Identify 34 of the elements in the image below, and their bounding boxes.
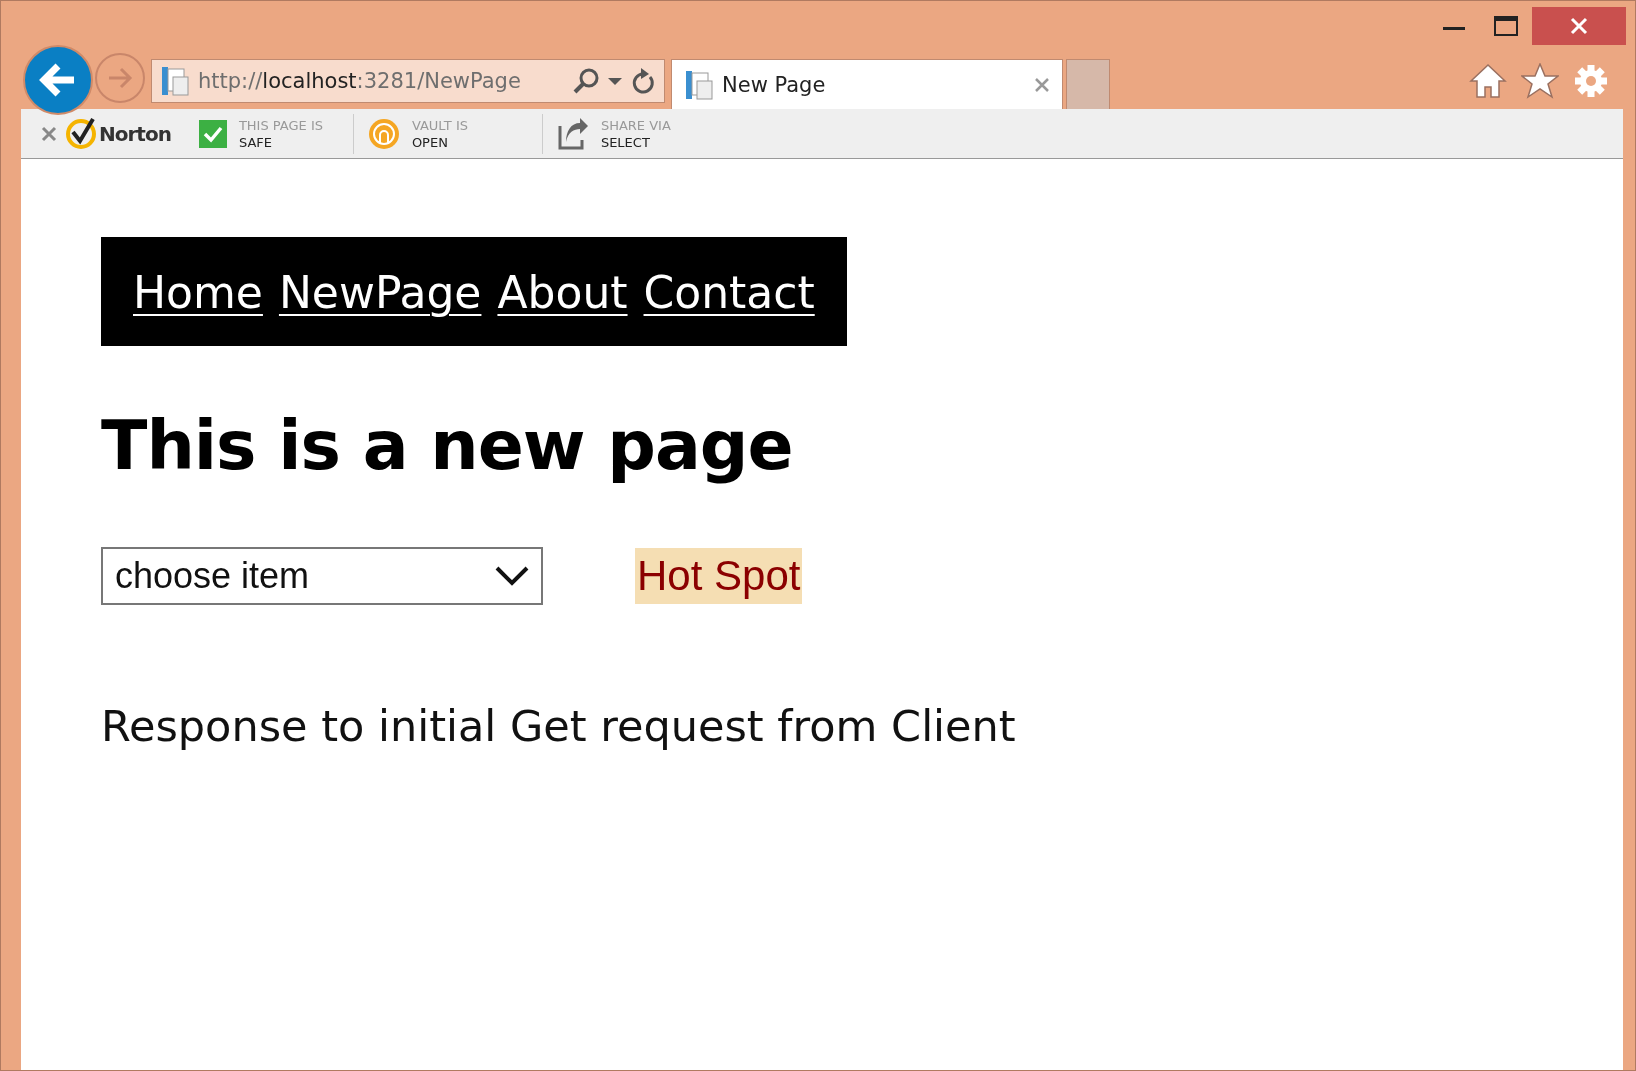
close-tab-icon[interactable]: [1034, 76, 1050, 93]
browser-tab[interactable]: New Page: [671, 59, 1063, 109]
chevron-icon: [495, 566, 529, 586]
status-value: OPEN: [411, 133, 449, 151]
status-value: SAFE: [238, 133, 273, 151]
status-label: SHARE VIA: [600, 116, 671, 134]
nav-link[interactable]: About: [497, 267, 628, 318]
norton-logo: Norton: [65, 117, 171, 150]
status-label: THIS PAGE IS: [238, 116, 323, 134]
nav-link[interactable]: Home: [133, 267, 263, 318]
maximize-icon: [1494, 16, 1518, 36]
home-icon[interactable]: [1469, 63, 1507, 99]
close-icon[interactable]: [41, 125, 57, 142]
page-icon: [160, 65, 190, 97]
page-icon: [684, 68, 714, 101]
address-field[interactable]: http://localhost:3281/NewPage: [151, 59, 665, 103]
star-icon[interactable]: [1521, 63, 1559, 99]
checkmark-icon: [198, 119, 227, 148]
refresh-icon[interactable]: [630, 67, 656, 95]
close-icon: [1570, 17, 1588, 35]
status-value: SELECT: [600, 133, 651, 151]
page-heading: This is a new page: [101, 406, 794, 485]
nav-link[interactable]: NewPage: [278, 267, 482, 318]
search-icon[interactable]: [572, 67, 600, 95]
status-label: VAULT IS: [411, 116, 468, 134]
dropdown-icon[interactable]: [608, 76, 622, 86]
response-message: Response to initial Get request from Client: [101, 701, 1017, 751]
hot-spot[interactable]: Hot Spot: [635, 548, 803, 604]
forward-arrow-icon: [107, 67, 133, 89]
close-button[interactable]: [1532, 7, 1626, 45]
nav-link[interactable]: Contact: [643, 267, 815, 318]
vault-icon: [367, 117, 400, 150]
item-dropdown[interactable]: choose item: [101, 547, 543, 605]
share-icon: [556, 117, 589, 150]
